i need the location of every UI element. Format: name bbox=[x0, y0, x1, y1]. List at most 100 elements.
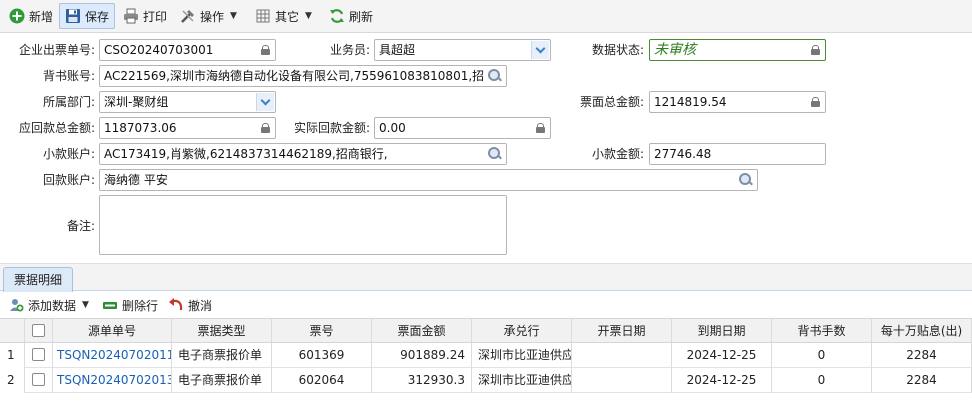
col-header[interactable]: 承兑行 bbox=[472, 319, 572, 344]
row-number: 2 bbox=[0, 368, 25, 393]
minus-icon bbox=[102, 297, 118, 313]
col-header[interactable]: 源单单号 bbox=[53, 319, 172, 344]
save-label: 保存 bbox=[85, 9, 110, 24]
bill-type-cell: 电子商票报价单 bbox=[172, 343, 272, 368]
print-label: 打印 bbox=[143, 9, 168, 24]
status-label: 数据状态: bbox=[591, 43, 644, 57]
select-all-checkbox[interactable] bbox=[25, 319, 53, 344]
endorse-label: 背书账号: bbox=[42, 69, 95, 83]
chevron-down-icon[interactable] bbox=[531, 41, 549, 59]
refresh-button[interactable]: 刷新 bbox=[323, 3, 379, 29]
endorse-hands-cell: 0 bbox=[772, 368, 872, 393]
return-account-value: 海纳德 平安 bbox=[104, 173, 168, 187]
undo-icon bbox=[168, 297, 184, 313]
chevron-down-icon: ▼ bbox=[230, 11, 237, 21]
save-button[interactable]: 保存 bbox=[59, 3, 116, 29]
plus-icon bbox=[9, 8, 25, 24]
chevron-down-icon: ▼ bbox=[82, 300, 89, 310]
col-header[interactable]: 开票日期 bbox=[572, 319, 672, 344]
face-total-value: 1214819.54 bbox=[654, 95, 727, 109]
small-amount-value: 27746.48 bbox=[654, 147, 712, 161]
due-total-value: 1187073.06 bbox=[104, 121, 177, 135]
col-header[interactable]: 票号 bbox=[272, 319, 372, 344]
lock-icon bbox=[261, 123, 270, 133]
table-header: 源单单号 票据类型 票号 票面金额 承兑行 开票日期 到期日期 背书手数 每十万… bbox=[0, 318, 972, 344]
new-label: 新增 bbox=[29, 9, 54, 24]
amount-cell: 312930.3 bbox=[372, 368, 472, 393]
ticket-no-cell: 602064 bbox=[272, 368, 372, 393]
main-toolbar: 新增 保存 打印 操作 ▼ 其它 ▼ 刷新 bbox=[0, 0, 972, 33]
search-icon[interactable] bbox=[488, 69, 502, 83]
delete-row-label: 删除行 bbox=[122, 298, 159, 313]
search-icon[interactable] bbox=[739, 173, 753, 187]
due-date-cell: 2024-12-25 bbox=[672, 368, 772, 393]
operations-menu-button[interactable]: 操作 ▼ bbox=[174, 3, 243, 29]
interest-cell: 2284 bbox=[872, 368, 972, 393]
add-user-icon bbox=[8, 297, 24, 313]
col-header[interactable]: 每十万贴息(出) bbox=[872, 319, 972, 344]
due-total-field[interactable]: 1187073.06 bbox=[99, 117, 276, 139]
salesman-value: 具超超 bbox=[379, 43, 416, 57]
operations-label: 操作 bbox=[200, 9, 225, 24]
actual-amount-field[interactable]: 0.00 bbox=[374, 117, 551, 139]
floppy-icon bbox=[65, 8, 81, 24]
due-total-label: 应回款总金额: bbox=[18, 121, 95, 135]
bank-cell: 深圳市比亚迪供应链 bbox=[472, 343, 572, 368]
row-checkbox[interactable] bbox=[25, 368, 53, 393]
return-account-field[interactable]: 海纳德 平安 bbox=[99, 169, 758, 191]
small-amount-label: 小款金额: bbox=[591, 147, 644, 161]
salesman-label: 业务员: bbox=[329, 43, 370, 57]
table-row[interactable]: 1 TSQN20240702011 电子商票报价单 601369 901889.… bbox=[0, 343, 972, 368]
status-field[interactable]: 未审核 bbox=[649, 39, 826, 61]
col-header[interactable]: 票据类型 bbox=[172, 319, 272, 344]
issue-date-cell bbox=[572, 343, 672, 368]
salesman-select[interactable]: 具超超 bbox=[374, 39, 551, 61]
issue-date-cell bbox=[572, 368, 672, 393]
lock-icon bbox=[536, 123, 545, 133]
other-menu-button[interactable]: 其它 ▼ bbox=[249, 3, 318, 29]
actual-label: 实际回款金额: bbox=[293, 121, 370, 135]
refresh-icon bbox=[329, 8, 345, 24]
small-amount-field[interactable]: 27746.48 bbox=[649, 143, 826, 165]
printer-icon bbox=[123, 8, 139, 24]
bill-no-label: 企业出票单号: bbox=[18, 43, 95, 57]
bill-no-value: CSO20240703001 bbox=[104, 43, 214, 57]
dept-value: 深圳-聚财组 bbox=[104, 95, 169, 109]
grid-toolbar: 添加数据 ▼ 删除行 撤消 bbox=[0, 292, 972, 318]
grid-icon bbox=[255, 8, 271, 24]
undo-button[interactable]: 撤消 bbox=[162, 292, 218, 318]
col-header[interactable]: 票面金额 bbox=[372, 319, 472, 344]
source-bill-link[interactable]: TSQN20240702013 bbox=[53, 368, 172, 393]
row-checkbox[interactable] bbox=[25, 343, 53, 368]
print-button[interactable]: 打印 bbox=[117, 3, 173, 29]
lock-icon bbox=[811, 45, 820, 55]
small-account-value: AC173419,肖紫微,6214837314462189,招商银行, bbox=[104, 147, 388, 161]
add-data-button[interactable]: 添加数据 ▼ bbox=[2, 292, 95, 318]
bill-no-field[interactable]: CSO20240703001 bbox=[99, 39, 276, 61]
amount-cell: 901889.24 bbox=[372, 343, 472, 368]
endorse-account-field[interactable]: AC221569,深圳市海纳德自动化设备有限公司,755961083810801… bbox=[99, 65, 507, 87]
col-header[interactable]: 到期日期 bbox=[672, 319, 772, 344]
chevron-down-icon[interactable] bbox=[256, 93, 274, 111]
source-bill-link[interactable]: TSQN20240702011 bbox=[53, 343, 172, 368]
bank-cell: 深圳市比亚迪供应链 bbox=[472, 368, 572, 393]
endorse-value: AC221569,深圳市海纳德自动化设备有限公司,755961083810801… bbox=[104, 69, 484, 83]
add-data-label: 添加数据 bbox=[28, 298, 77, 313]
face-total-field[interactable]: 1214819.54 bbox=[649, 91, 826, 113]
remark-label: 备注: bbox=[66, 219, 95, 233]
actual-value: 0.00 bbox=[379, 121, 406, 135]
undo-label: 撤消 bbox=[188, 298, 213, 313]
delete-row-button[interactable]: 删除行 bbox=[96, 292, 164, 318]
tab-bill-detail[interactable]: 票据明细 bbox=[3, 267, 74, 292]
bill-type-cell: 电子商票报价单 bbox=[172, 368, 272, 393]
dept-select[interactable]: 深圳-聚财组 bbox=[99, 91, 276, 113]
col-header[interactable]: 背书手数 bbox=[772, 319, 872, 344]
search-icon[interactable] bbox=[488, 147, 502, 161]
chevron-down-icon: ▼ bbox=[305, 11, 312, 21]
table-row[interactable]: 2 TSQN20240702013 电子商票报价单 602064 312930.… bbox=[0, 368, 972, 393]
status-value: 未审核 bbox=[654, 42, 696, 58]
remark-textarea[interactable] bbox=[99, 195, 507, 255]
new-button[interactable]: 新增 bbox=[3, 3, 59, 29]
small-account-field[interactable]: AC173419,肖紫微,6214837314462189,招商银行, bbox=[99, 143, 507, 165]
refresh-label: 刷新 bbox=[349, 9, 374, 24]
